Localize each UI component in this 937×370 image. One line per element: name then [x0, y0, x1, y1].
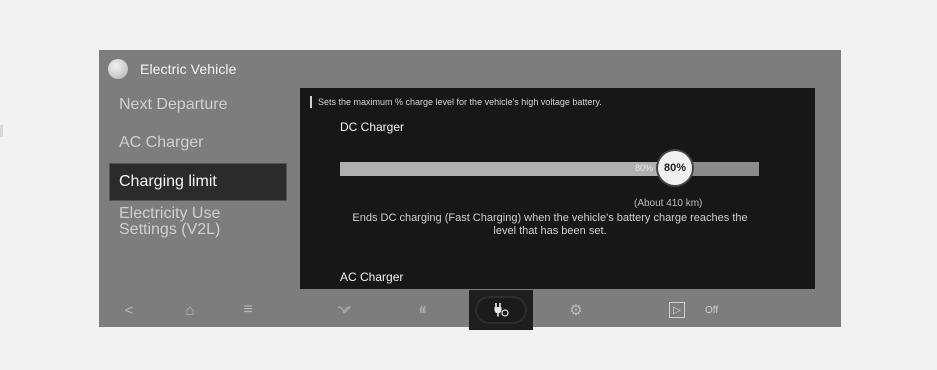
charging-limit-panel: Sets the maximum % charge level for the … — [300, 88, 815, 289]
sidebar-item-electricity-use-settings[interactable]: Electricity Use Settings (V2L) — [119, 206, 220, 238]
dc-charge-slider[interactable]: 80% 80% — [340, 151, 759, 185]
panel-description: Sets the maximum % charge level for the … — [310, 96, 602, 108]
sidebar-item-charging-limit[interactable]: Charging limit — [110, 164, 286, 200]
sidebar-item-label: Charging limit — [119, 173, 217, 190]
dc-slider-tick-label: 80% — [635, 163, 654, 173]
settings-gear-icon[interactable]: ⚙ — [565, 293, 587, 327]
energy-stats-icon[interactable]: ılıl — [409, 293, 435, 327]
play-icon-frame: ▷ — [669, 302, 685, 318]
sidebar-item-label-line1: Electricity Use — [119, 205, 221, 222]
top-bar: Electric Vehicle — [99, 50, 841, 88]
ev-app-icon — [108, 59, 128, 79]
dc-slider-fill — [340, 162, 675, 176]
selection-indicator — [0, 125, 3, 137]
ac-charger-title: AC Charger — [340, 270, 404, 284]
dc-range-estimate: (About 410 km) — [634, 198, 703, 209]
sidebar-menu: Next Departure AC Charger Charging limit… — [99, 88, 299, 293]
sidebar-item-label-line2: Settings (V2L) — [119, 221, 221, 238]
play-glyph: ▷ — [673, 304, 681, 316]
description-marker — [310, 96, 312, 108]
dc-knob-label: 80% — [663, 162, 687, 174]
dc-charger-title: DC Charger — [340, 120, 405, 134]
infotainment-screen: Electric Vehicle Next Departure AC Charg… — [99, 50, 841, 327]
ev-charge-button[interactable] — [477, 298, 525, 322]
eco-leaf-icon[interactable] — [333, 293, 355, 327]
dc-charger-explanation: Ends DC charging (Fast Charging) when th… — [352, 212, 748, 237]
sidebar-item-ac-charger[interactable]: AC Charger — [119, 134, 203, 152]
dc-slider-knob[interactable]: 80% — [658, 151, 692, 185]
ev-charge-icon — [494, 303, 509, 317]
description-text: Sets the maximum % charge level for the … — [318, 97, 602, 107]
back-icon[interactable]: < — [119, 293, 139, 327]
play-icon[interactable]: ▷ — [665, 293, 689, 327]
app-title: Electric Vehicle — [140, 61, 237, 77]
eco-leaf-svg — [337, 306, 351, 314]
sidebar-item-next-departure[interactable]: Next Departure — [119, 96, 228, 114]
home-icon[interactable]: ⌂ — [179, 293, 201, 327]
menu-icon[interactable]: ≡ — [237, 293, 259, 327]
play-state-label: Off — [705, 304, 719, 316]
